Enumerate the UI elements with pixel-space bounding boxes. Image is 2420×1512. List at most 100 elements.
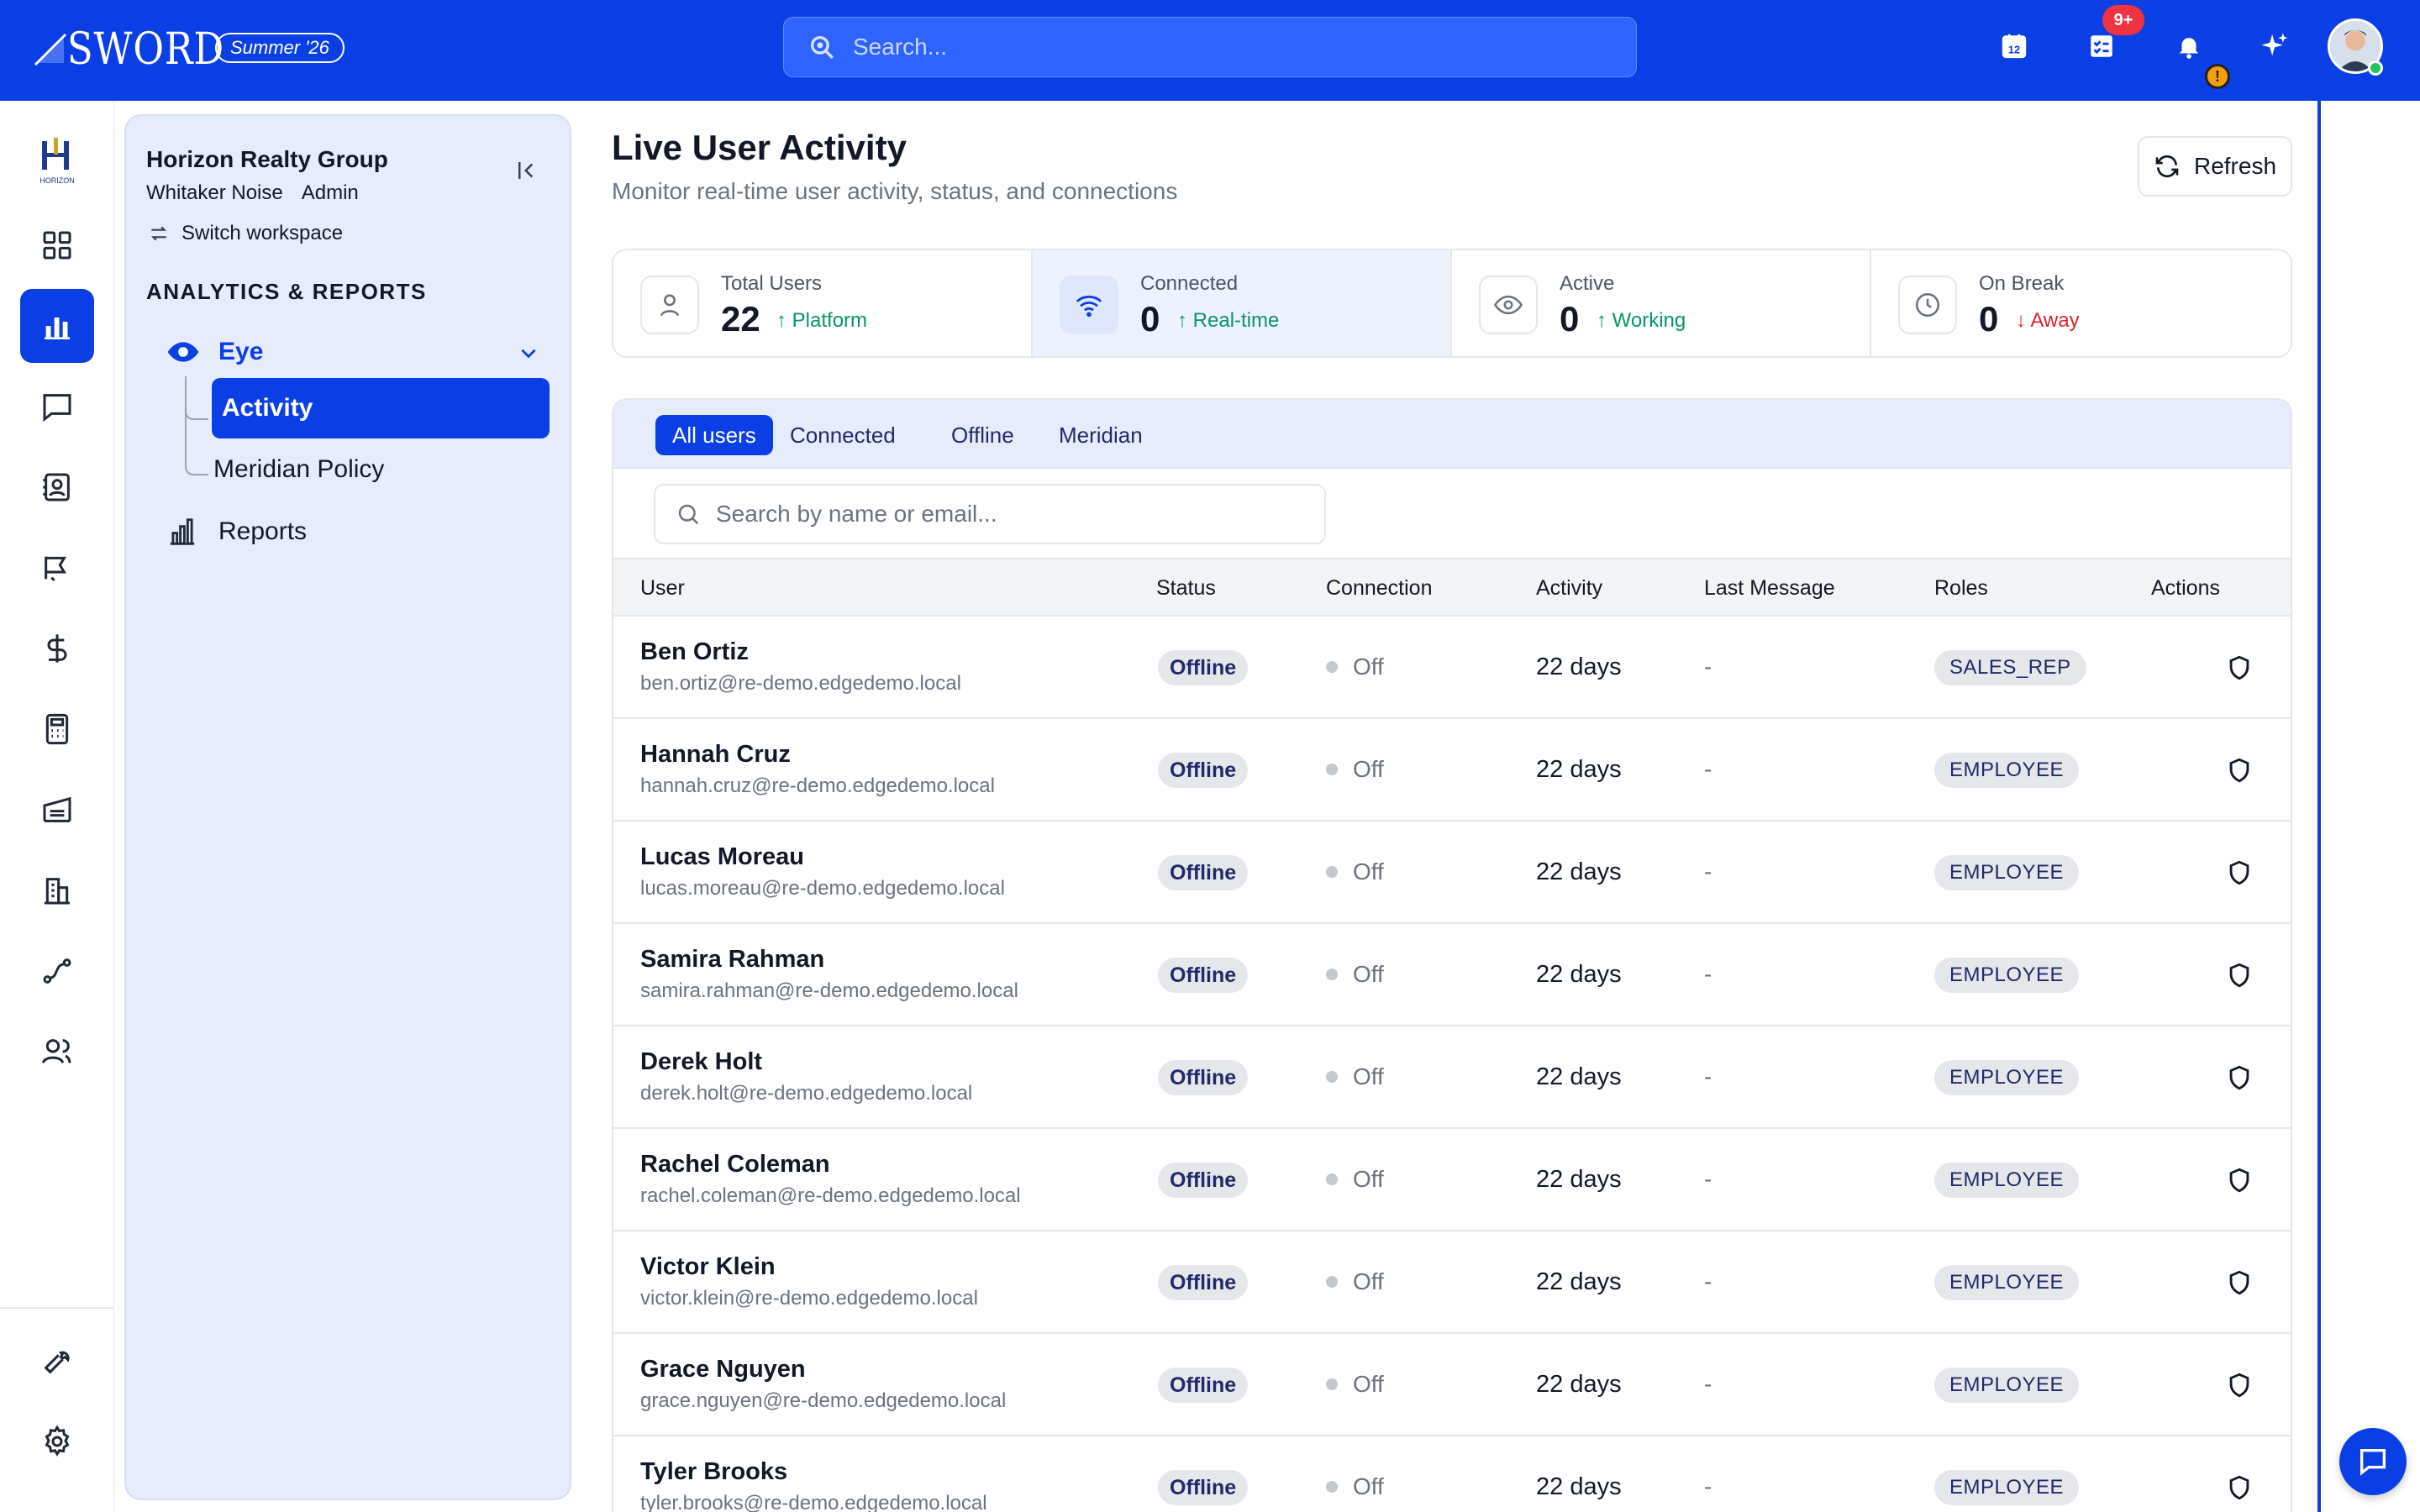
shield-icon[interactable] [2225,858,2254,887]
global-search-input[interactable] [853,34,1609,60]
table-row[interactable]: Victor Klein victor.klein@re-demo.edgedem… [613,1231,2291,1334]
tab-connected[interactable]: Connected [773,415,913,455]
shield-icon[interactable] [2225,1166,2254,1194]
table-row[interactable]: Rachel Coleman rachel.coleman@re-demo.edg… [613,1129,2291,1231]
table-row[interactable]: Derek Holt derek.holt@re-demo.edgedemo.lo… [613,1026,2291,1129]
table-search-input[interactable] [716,501,1304,528]
tab-meridian[interactable]: Meridian [1042,415,1160,455]
tab-offline[interactable]: Offline [934,415,1031,455]
bell-icon[interactable] [2175,32,2203,60]
user-email: grace.nguyen@re-demo.edgedemo.local [640,1389,1007,1412]
table-row[interactable]: Lucas Moreau lucas.moreau@re-demo.edgedem… [613,822,2291,924]
dollar-icon [47,634,67,663]
table-row[interactable]: Tyler Brooks tyler.brooks@re-demo.edgedem… [613,1436,2291,1512]
role-badge: EMPLOYEE [1934,1470,2080,1505]
svg-text:HORIZON: HORIZON [39,176,75,185]
rail-finance[interactable] [20,612,94,685]
rail-messages[interactable] [20,370,94,444]
connection-label: Off [1353,858,1384,885]
activity-value: 22 days [1536,1268,1622,1295]
workflow-icon [43,958,71,984]
top-bar: SWORD Summer '26 12 9+ ! [0,0,2420,101]
nav-reports[interactable]: Reports [166,516,307,548]
last-message: - [1704,1166,1712,1192]
calculator-icon [45,713,69,745]
sparkle-icon[interactable] [2260,32,2289,60]
stat-trend: ↑ Working [1597,309,1686,332]
connection-label: Off [1353,961,1384,987]
column-header-user: User [640,576,685,600]
stat-active: Active 0 ↑ Working [1452,250,1871,356]
switch-workspace-link[interactable]: Switch workspace [148,222,343,245]
user-email: hannah.cruz@re-demo.edgedemo.local [640,774,995,797]
role-badge: EMPLOYEE [1934,1368,2080,1403]
collapse-panel-icon[interactable] [514,158,539,183]
user-name: Victor Klein [640,1253,776,1280]
rail-analytics[interactable] [20,289,94,363]
shield-icon[interactable] [2225,1371,2254,1399]
page-title: Live User Activity [612,128,907,167]
nav-activity[interactable]: Activity [212,378,550,438]
refresh-icon [2155,155,2179,178]
stat-trend: ↑ Real-time [1177,309,1280,332]
shield-icon[interactable] [2225,1268,2254,1297]
rail-buildings[interactable] [20,853,94,927]
connection-status: Off [1326,756,1384,783]
rail-marketing[interactable] [20,531,94,605]
shield-icon[interactable] [2225,961,2254,990]
stat-label: Connected [1140,272,1239,295]
refresh-button[interactable]: Refresh [2138,136,2292,197]
rail-tools[interactable] [20,1324,94,1398]
user-name: Rachel Coleman [640,1151,830,1178]
shield-icon[interactable] [2225,1473,2254,1502]
icon-rail: HORIZON [0,101,114,1512]
user-name: Tyler Brooks [640,1458,788,1485]
rail-dashboard[interactable] [20,208,94,282]
user-email: ben.ortiz@re-demo.edgedemo.local [640,672,961,695]
connection-label: Off [1353,756,1384,782]
rail-calculator[interactable] [20,692,94,766]
user-role: Admin [301,181,359,204]
rail-contacts[interactable] [20,450,94,524]
shield-icon[interactable] [2225,654,2254,682]
brand-name: SWORD [67,24,225,75]
connection-status: Off [1326,654,1384,680]
stat-label: Total Users [721,272,823,295]
shield-icon[interactable] [2225,756,2254,785]
table-row[interactable]: Ben Ortiz ben.ortiz@re-demo.edgedemo.loca… [613,617,2291,719]
horizon-logo-icon[interactable]: HORIZON [25,133,89,197]
tab-all-users[interactable]: All users [655,415,773,455]
nav-eye[interactable]: Eye [166,331,543,373]
calendar-icon[interactable]: 12 [2000,32,2028,60]
activity-value: 22 days [1536,654,1622,680]
global-search[interactable] [783,17,1637,77]
column-header-last-message: Last Message [1704,576,1835,600]
rail-team[interactable] [20,1015,94,1089]
status-badge: Offline [1158,1368,1249,1403]
column-header-roles: Roles [1934,576,1988,600]
chat-fab-button[interactable] [2339,1428,2407,1495]
clock-icon [1915,292,1940,318]
status-badge: Offline [1158,753,1249,788]
user-email: rachel.coleman@re-demo.edgedemo.local [640,1184,1021,1207]
user-icon [660,294,680,317]
contacts-icon [43,473,70,501]
user-name: Grace Nguyen [640,1356,806,1383]
table-row[interactable]: Hannah Cruz hannah.cruz@re-demo.edgedemo.… [613,719,2291,822]
rail-settings[interactable] [20,1404,94,1478]
stat-value: 0 [1560,299,1580,339]
table-row[interactable]: Samira Rahman samira.rahman@re-demo.edged… [613,924,2291,1026]
tasks-icon[interactable] [2087,32,2116,60]
role-badge: EMPLOYEE [1934,958,2080,993]
nav-meridian-policy[interactable]: Meridian Policy [213,455,384,484]
column-header-actions: Actions [2151,576,2220,600]
shield-icon[interactable] [2225,1063,2254,1092]
table-row[interactable]: Grace Nguyen grace.nguyen@re-demo.edgedem… [613,1334,2291,1436]
table-search[interactable] [654,484,1326,544]
user-name: Lucas Moreau [640,843,804,870]
connection-dot [1326,1378,1338,1390]
rail-warehouse[interactable] [20,773,94,847]
table-body: Ben Ortiz ben.ortiz@re-demo.edgedemo.loca… [613,617,2291,1512]
tree-branch [185,396,208,420]
rail-workflow[interactable] [20,934,94,1008]
